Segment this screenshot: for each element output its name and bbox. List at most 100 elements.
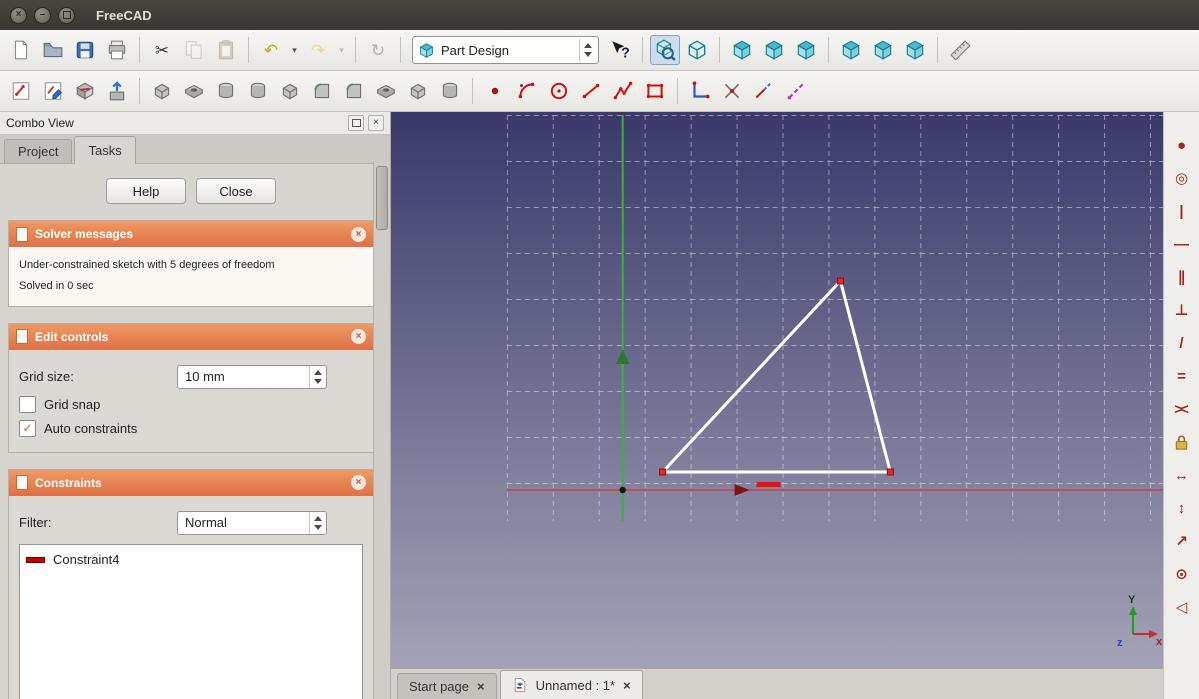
collapse-section-icon[interactable]: × xyxy=(351,475,366,491)
constrain-parallel-button[interactable]: ∥ xyxy=(1168,264,1195,290)
window-close-button[interactable]: × xyxy=(10,6,27,24)
constrain-point-on-object-button[interactable]: ◎ xyxy=(1168,165,1195,191)
view-left-button[interactable] xyxy=(900,35,930,65)
additive-loft-button[interactable] xyxy=(275,76,305,106)
create-point-button[interactable] xyxy=(480,76,510,106)
constrain-tangent-button[interactable]: / xyxy=(1168,330,1195,356)
pad-button[interactable] xyxy=(147,76,177,106)
map-sketch-to-face-button[interactable] xyxy=(70,76,100,106)
extend-edge-button[interactable] xyxy=(749,76,779,106)
scrollbar[interactable] xyxy=(373,162,390,699)
spin-up-icon xyxy=(584,43,592,48)
cut-button[interactable]: ✂ xyxy=(147,35,177,65)
undo-history-dropdown[interactable]: ▾ xyxy=(288,35,301,65)
polar-pattern-button[interactable] xyxy=(435,76,465,106)
close-task-button[interactable]: Close xyxy=(196,178,276,204)
external-geometry-button[interactable] xyxy=(781,76,811,106)
fit-all-button[interactable] xyxy=(650,35,680,65)
measure-distance-button[interactable] xyxy=(945,35,975,65)
new-document-button[interactable] xyxy=(6,35,36,65)
undo-button[interactable]: ↶ xyxy=(256,35,286,65)
view-bottom-button[interactable] xyxy=(868,35,898,65)
constrain-symmetric-button[interactable]: >< xyxy=(1168,396,1195,422)
constrain-vertical-button[interactable]: | xyxy=(1168,198,1195,224)
groove-button[interactable] xyxy=(243,76,273,106)
view-front-button[interactable] xyxy=(727,35,757,65)
fillet-button[interactable] xyxy=(307,76,337,106)
origin-point[interactable] xyxy=(619,486,626,494)
leave-sketch-button[interactable] xyxy=(102,76,132,106)
create-rectangle-button[interactable] xyxy=(640,76,670,106)
create-circle-button[interactable] xyxy=(544,76,574,106)
redo-button[interactable]: ↷ xyxy=(303,35,333,65)
grid-size-spinbox[interactable]: 10 mm xyxy=(177,364,327,389)
help-button[interactable]: Help xyxy=(106,178,186,204)
workbench-selector[interactable]: Part Design xyxy=(412,36,599,64)
collapse-section-icon[interactable]: × xyxy=(351,329,366,345)
copy-button[interactable] xyxy=(179,35,209,65)
linear-pattern-button[interactable] xyxy=(403,76,433,106)
constrain-angle-button[interactable]: ◁ xyxy=(1168,594,1195,620)
constrain-distance-x-button[interactable]: ↔ xyxy=(1168,462,1195,488)
scrollbar-thumb[interactable] xyxy=(376,166,388,230)
constraint4-marker[interactable] xyxy=(756,482,781,487)
constrain-distance-button[interactable]: ↗ xyxy=(1168,528,1195,554)
constrain-horizontal-button[interactable]: — xyxy=(1168,231,1195,257)
edit-sketch-button[interactable] xyxy=(38,76,68,106)
constraint-list[interactable]: Constraint4 xyxy=(19,543,363,699)
window-maximize-button[interactable] xyxy=(58,6,75,24)
window-minimize-button[interactable]: – xyxy=(34,6,51,24)
create-line-button[interactable] xyxy=(576,76,606,106)
collapse-section-icon[interactable]: × xyxy=(351,226,366,242)
constrain-distance-y-button[interactable]: ↕ xyxy=(1168,495,1195,521)
constrain-radius-button[interactable]: ⊙ xyxy=(1168,561,1195,587)
constraints-header[interactable]: Constraints × xyxy=(9,469,373,496)
constrain-lock-tool-button[interactable] xyxy=(685,76,715,106)
whats-this-button[interactable]: ? xyxy=(605,35,635,65)
view-rear-button[interactable] xyxy=(836,35,866,65)
redo-history-dropdown[interactable]: ▾ xyxy=(335,35,348,65)
document-tabbar: Start page × Unnamed : 1* × xyxy=(391,668,1163,699)
auto-constraints-checkbox[interactable]: ✓ xyxy=(19,419,36,437)
chamfer-button[interactable] xyxy=(339,76,369,106)
constrain-perpendicular-button[interactable]: ⊥ xyxy=(1168,297,1195,323)
vertex-point[interactable] xyxy=(836,277,844,285)
solver-messages-header[interactable]: Solver messages × xyxy=(9,221,373,247)
tab-start-page[interactable]: Start page × xyxy=(397,673,497,699)
print-button[interactable] xyxy=(102,35,132,65)
spinner-arrows[interactable] xyxy=(309,365,326,388)
tab-tasks[interactable]: Tasks xyxy=(74,136,136,164)
open-document-button[interactable] xyxy=(38,35,68,65)
create-polyline-button[interactable] xyxy=(608,76,638,106)
workbench-spinner[interactable] xyxy=(579,39,596,61)
edit-controls-header[interactable]: Edit controls × xyxy=(9,323,373,350)
view-axonometric-button[interactable] xyxy=(682,35,712,65)
tab-project[interactable]: Project xyxy=(4,139,73,163)
view-right-button[interactable] xyxy=(791,35,821,65)
constrain-equal-button[interactable]: = xyxy=(1168,363,1195,389)
paste-button[interactable] xyxy=(211,35,241,65)
view-top-button[interactable] xyxy=(759,35,789,65)
3d-viewport[interactable]: Y x z xyxy=(391,112,1163,668)
grid-snap-checkbox[interactable] xyxy=(19,395,36,413)
constrain-coincident-button[interactable]: ● xyxy=(1168,132,1195,158)
vertex-point[interactable] xyxy=(886,468,894,476)
panel-close-button[interactable]: × xyxy=(368,115,384,131)
close-tab-icon[interactable]: × xyxy=(477,680,485,693)
create-sketch-button[interactable] xyxy=(6,76,36,106)
save-document-button[interactable] xyxy=(70,35,100,65)
constrain-lock-button[interactable] xyxy=(1168,429,1195,455)
create-arc-button[interactable] xyxy=(512,76,542,106)
constraint-list-item[interactable]: Constraint4 xyxy=(26,550,356,570)
trim-edge-button[interactable] xyxy=(717,76,747,106)
spinner-arrows[interactable] xyxy=(309,511,326,534)
refresh-button[interactable]: ↻ xyxy=(363,35,393,65)
tab-unnamed-document[interactable]: Unnamed : 1* × xyxy=(499,670,643,699)
constraint-filter-select[interactable]: Normal xyxy=(177,510,327,535)
revolution-button[interactable] xyxy=(211,76,241,106)
close-tab-icon[interactable]: × xyxy=(623,679,631,692)
panel-float-button[interactable] xyxy=(348,115,364,131)
pocket-button[interactable] xyxy=(179,76,209,106)
mirrored-button[interactable] xyxy=(371,76,401,106)
vertex-point[interactable] xyxy=(659,468,667,476)
